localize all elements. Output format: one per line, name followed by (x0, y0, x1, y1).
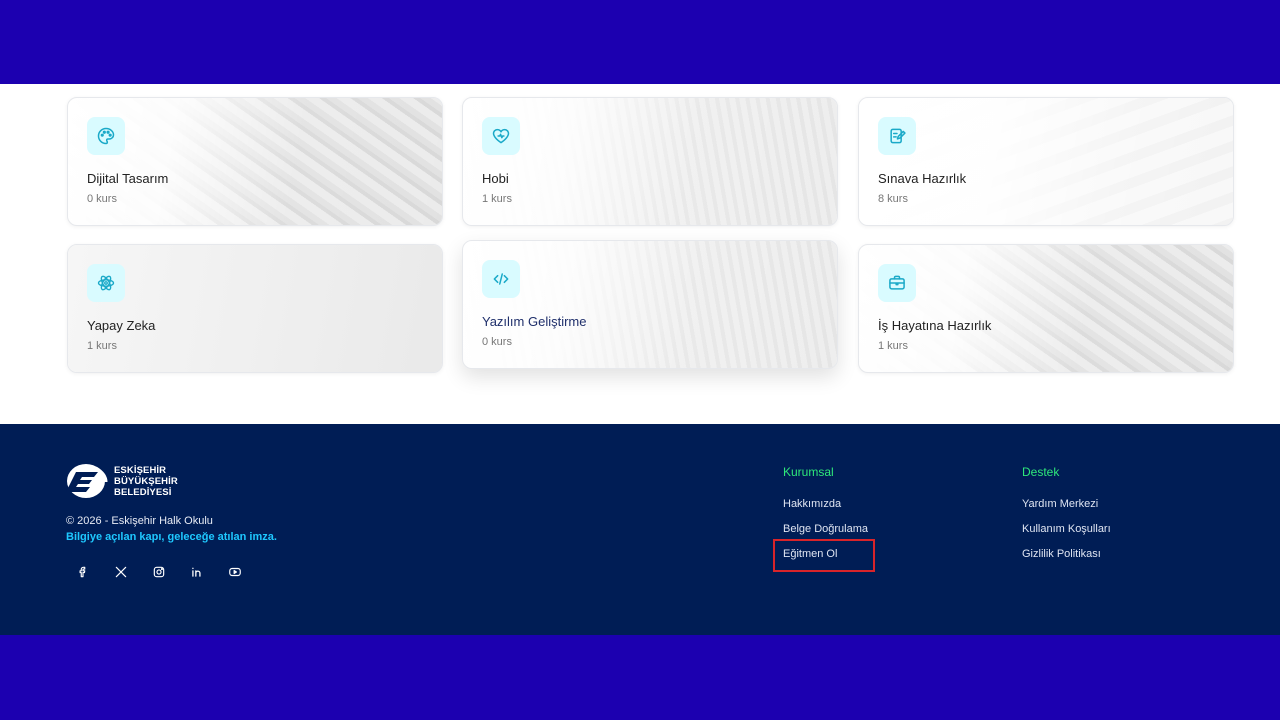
instagram-icon[interactable] (149, 563, 169, 581)
card-background-image (859, 245, 1233, 372)
category-title: Yapay Zeka (87, 318, 156, 333)
category-card-yazilim-gelistirme[interactable]: Yazılım Geliştirme 0 kurs (462, 240, 838, 369)
palette-icon (87, 117, 125, 155)
footer-link-gizlilik-politikasi[interactable]: Gizlilik Politikası (1022, 548, 1101, 560)
copyright-text: © 2026 - Eskişehir Halk Okulu (66, 515, 213, 527)
category-card-yapay-zeka[interactable]: Yapay Zeka 1 kurs (67, 244, 443, 373)
card-background-image (463, 98, 837, 225)
footer-link-kullanim-kosullari[interactable]: Kullanım Koşulları (1022, 523, 1111, 535)
heart-icon (482, 117, 520, 155)
logo-mark-icon (66, 464, 108, 498)
municipality-logo[interactable]: ESKİŞEHİR BÜYÜKŞEHİR BELEDİYESİ (66, 462, 178, 500)
footer-link-belge-dogrulama[interactable]: Belge Doğrulama (783, 523, 868, 535)
category-course-count: 8 kurs (878, 193, 908, 205)
edit-note-icon (878, 117, 916, 155)
top-frame-band (0, 0, 1280, 84)
category-title: Dijital Tasarım (87, 171, 169, 186)
category-card-is-hayatina-hazirlik[interactable]: İş Hayatına Hazırlık 1 kurs (858, 244, 1234, 373)
categories-section: Dijital Tasarım 0 kurs Hobi 1 kurs Sınav… (0, 84, 1280, 424)
linkedin-icon[interactable] (187, 563, 207, 581)
briefcase-icon (878, 264, 916, 302)
bottom-frame-band (0, 635, 1280, 720)
youtube-icon[interactable] (225, 563, 245, 581)
card-background-image (68, 98, 442, 225)
highlight-box (773, 539, 875, 572)
category-course-count: 1 kurs (87, 340, 117, 352)
card-background-image (68, 245, 442, 372)
x-icon[interactable] (111, 563, 131, 581)
category-card-hobi[interactable]: Hobi 1 kurs (462, 97, 838, 226)
social-links (73, 563, 263, 581)
code-icon (482, 260, 520, 298)
card-background-image (463, 241, 837, 368)
card-background-image (859, 98, 1233, 225)
category-title: Hobi (482, 171, 509, 186)
category-title: İş Hayatına Hazırlık (878, 318, 992, 333)
footer-column-title-kurumsal: Kurumsal (783, 465, 834, 479)
atom-icon (87, 264, 125, 302)
facebook-icon[interactable] (73, 563, 93, 581)
category-course-count: 1 kurs (878, 340, 908, 352)
category-course-count: 1 kurs (482, 193, 512, 205)
category-course-count: 0 kurs (87, 193, 117, 205)
category-card-sinava-hazirlik[interactable]: Sınava Hazırlık 8 kurs (858, 97, 1234, 226)
category-title: Yazılım Geliştirme (482, 314, 587, 329)
category-title: Sınava Hazırlık (878, 171, 967, 186)
footer-link-yardim-merkezi[interactable]: Yardım Merkezi (1022, 498, 1098, 510)
footer-column-title-destek: Destek (1022, 465, 1060, 479)
slogan-text: Bilgiye açılan kapı, geleceğe atılan imz… (66, 531, 277, 543)
logo-text: ESKİŞEHİR BÜYÜKŞEHİR BELEDİYESİ (114, 464, 178, 498)
category-course-count: 0 kurs (482, 336, 512, 348)
category-card-dijital-tasarim[interactable]: Dijital Tasarım 0 kurs (67, 97, 443, 226)
footer-link-hakkimizda[interactable]: Hakkımızda (783, 498, 841, 510)
